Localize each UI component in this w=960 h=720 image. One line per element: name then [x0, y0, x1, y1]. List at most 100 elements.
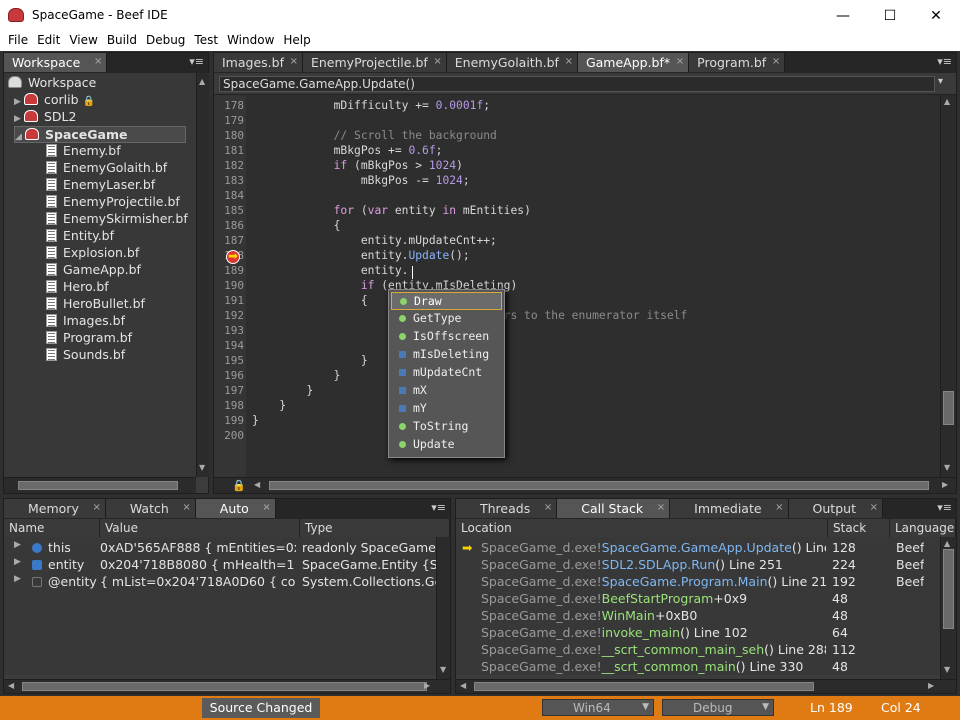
auto-vscrollbar[interactable]: ▼	[436, 537, 450, 679]
autocomplete-item[interactable]: ToString	[391, 418, 502, 436]
project-spacegame[interactable]: ◢ SpaceGame	[14, 126, 186, 143]
file-item[interactable]: Enemy.bf	[46, 143, 121, 160]
file-item[interactable]: EnemySkirmisher.bf	[46, 211, 188, 228]
callstack-hscrollbar[interactable]: ◀ ▶	[456, 679, 956, 693]
menu-help[interactable]: Help	[279, 31, 314, 51]
editor-tab[interactable]: GameApp.bf* ×	[577, 53, 690, 72]
expand-arrow-icon[interactable]: ▶	[14, 574, 21, 591]
file-item[interactable]: Entity.bf	[46, 228, 114, 245]
close-icon[interactable]: ×	[262, 502, 270, 513]
workspace-root[interactable]: Workspace	[8, 75, 96, 92]
tab-watch[interactable]: Watch ×	[105, 499, 196, 518]
scroll-left-icon[interactable]: ◀	[460, 681, 466, 690]
menu-test[interactable]: Test	[190, 31, 222, 51]
autocomplete-popup[interactable]: Draw GetType IsOffscreen mIsDeleting mUpdate…	[388, 289, 505, 458]
file-item[interactable]: EnemyGolaith.bf	[46, 160, 167, 177]
close-icon[interactable]: ×	[870, 502, 878, 513]
auto-hscrollbar[interactable]: ◀ ▶	[4, 679, 450, 693]
watch-value[interactable]: { mList=0x204'718A0D60 { coun...	[100, 574, 296, 591]
expand-arrow-icon[interactable]: ▶	[14, 557, 21, 574]
editor-tab[interactable]: EnemyGolaith.bf ×	[446, 53, 578, 72]
maximize-button[interactable]: ☐	[867, 0, 913, 31]
callstack-row[interactable]: SpaceGame_d.exe!__scrt_common_main() Lin…	[481, 659, 826, 676]
close-icon[interactable]: ×	[657, 502, 665, 513]
scroll-right-icon[interactable]: ▶	[942, 480, 948, 489]
menu-edit[interactable]: Edit	[33, 31, 64, 51]
panel-menu-icon[interactable]: ▾≡	[937, 501, 952, 514]
panel-menu-icon[interactable]: ▾≡	[431, 501, 446, 514]
autocomplete-item[interactable]: mIsDeleting	[391, 346, 502, 364]
tab-threads[interactable]: Threads ×	[456, 499, 558, 518]
panel-menu-icon[interactable]: ▾≡	[189, 55, 204, 68]
close-icon[interactable]: ×	[775, 502, 783, 513]
scroll-left-icon[interactable]: ◀	[8, 681, 14, 690]
watch-value[interactable]: 0x204'718B8080 { mHealth=1 m...	[100, 557, 296, 574]
platform-dropdown[interactable]: Win64 ▼	[542, 699, 654, 716]
close-icon[interactable]: ×	[94, 56, 102, 67]
breadcrumb-dropdown-icon[interactable]: ▾	[938, 76, 943, 87]
callstack-row[interactable]: SpaceGame_d.exe!SpaceGame.GameApp.Update…	[481, 540, 826, 557]
chevron-right-icon[interactable]: ▶	[14, 114, 24, 124]
tab-auto[interactable]: Auto ×	[195, 499, 276, 518]
scroll-up-icon[interactable]: ▲	[199, 77, 205, 86]
close-icon[interactable]: ×	[290, 56, 298, 67]
minimize-button[interactable]: —	[820, 0, 866, 31]
autocomplete-item[interactable]: mY	[391, 400, 502, 418]
file-item[interactable]: Sounds.bf	[46, 347, 125, 364]
column-header[interactable]: Value	[100, 519, 300, 537]
scroll-right-icon[interactable]: ▶	[928, 681, 934, 690]
watch-value[interactable]: 0xAD'565AF888 { mEntities=0x2...	[100, 540, 296, 557]
column-header[interactable]: Name	[4, 519, 100, 537]
column-header[interactable]: Language	[890, 519, 956, 537]
callstack-row[interactable]: SpaceGame_d.exe!WinMain+0xB0	[481, 608, 826, 625]
file-item[interactable]: HeroBullet.bf	[46, 296, 145, 313]
editor-tab[interactable]: Images.bf ×	[214, 53, 303, 72]
editor-hscrollbar[interactable]: 🔒 ◀ ▶	[214, 477, 956, 493]
autocomplete-item[interactable]: mX	[391, 382, 502, 400]
project-corlib[interactable]: ▶ corlib 🔒	[14, 92, 95, 109]
scroll-up-icon[interactable]: ▲	[944, 539, 950, 548]
chevron-down-icon[interactable]: ◢	[15, 132, 25, 142]
tab-output[interactable]: Output ×	[788, 499, 883, 518]
menu-window[interactable]: Window	[223, 31, 278, 51]
close-icon[interactable]: ×	[92, 502, 100, 513]
file-item[interactable]: EnemyProjectile.bf	[46, 194, 180, 211]
workspace-hscrollbar[interactable]	[4, 477, 196, 493]
column-header[interactable]: Location	[456, 519, 828, 537]
file-item[interactable]: EnemyLaser.bf	[46, 177, 155, 194]
editor-vscrollbar[interactable]: ▲ ▼	[940, 95, 956, 477]
config-dropdown[interactable]: Debug ▼	[662, 699, 774, 716]
autocomplete-item[interactable]: mUpdateCnt	[391, 364, 502, 382]
file-item[interactable]: GameApp.bf	[46, 262, 141, 279]
callstack-row[interactable]: SpaceGame_d.exe!BeefStartProgram+0x9	[481, 591, 826, 608]
close-icon[interactable]: ×	[182, 502, 190, 513]
menu-debug[interactable]: Debug	[142, 31, 189, 51]
autocomplete-item[interactable]: GetType	[391, 310, 502, 328]
column-header[interactable]: Stack	[828, 519, 890, 537]
close-icon[interactable]: ×	[433, 56, 441, 67]
scroll-down-icon[interactable]: ▼	[944, 463, 950, 472]
file-item[interactable]: Program.bf	[46, 330, 132, 347]
menu-build[interactable]: Build	[103, 31, 141, 51]
autocomplete-item[interactable]: IsOffscreen	[391, 328, 502, 346]
scroll-up-icon[interactable]: ▲	[944, 97, 950, 106]
tab-memory[interactable]: Memory ×	[4, 499, 106, 518]
tab-workspace[interactable]: Workspace ×	[4, 53, 108, 72]
menu-file[interactable]: File	[4, 31, 32, 51]
autocomplete-item[interactable]: Update	[391, 436, 502, 454]
tab-call-stack[interactable]: Call Stack ×	[557, 499, 671, 518]
close-button[interactable]: ✕	[913, 0, 959, 31]
project-sdl2[interactable]: ▶ SDL2	[14, 109, 76, 126]
workspace-vscrollbar[interactable]: ▲ ▼	[196, 73, 209, 477]
chevron-right-icon[interactable]: ▶	[14, 97, 24, 107]
panel-menu-icon[interactable]: ▾≡	[937, 55, 952, 68]
file-item[interactable]: Images.bf	[46, 313, 125, 330]
close-icon[interactable]: ×	[772, 56, 780, 67]
file-item[interactable]: Hero.bf	[46, 279, 109, 296]
breadcrumb[interactable]: SpaceGame.GameApp.Update()	[219, 76, 935, 92]
callstack-vscrollbar[interactable]: ▲ ▼	[940, 537, 956, 679]
callstack-row[interactable]: SpaceGame_d.exe!invoke_main() Line 102	[481, 625, 826, 642]
expand-arrow-icon[interactable]: ▶	[14, 540, 21, 557]
lock-icon[interactable]: 🔒	[232, 479, 246, 492]
close-icon[interactable]: ×	[544, 502, 552, 513]
